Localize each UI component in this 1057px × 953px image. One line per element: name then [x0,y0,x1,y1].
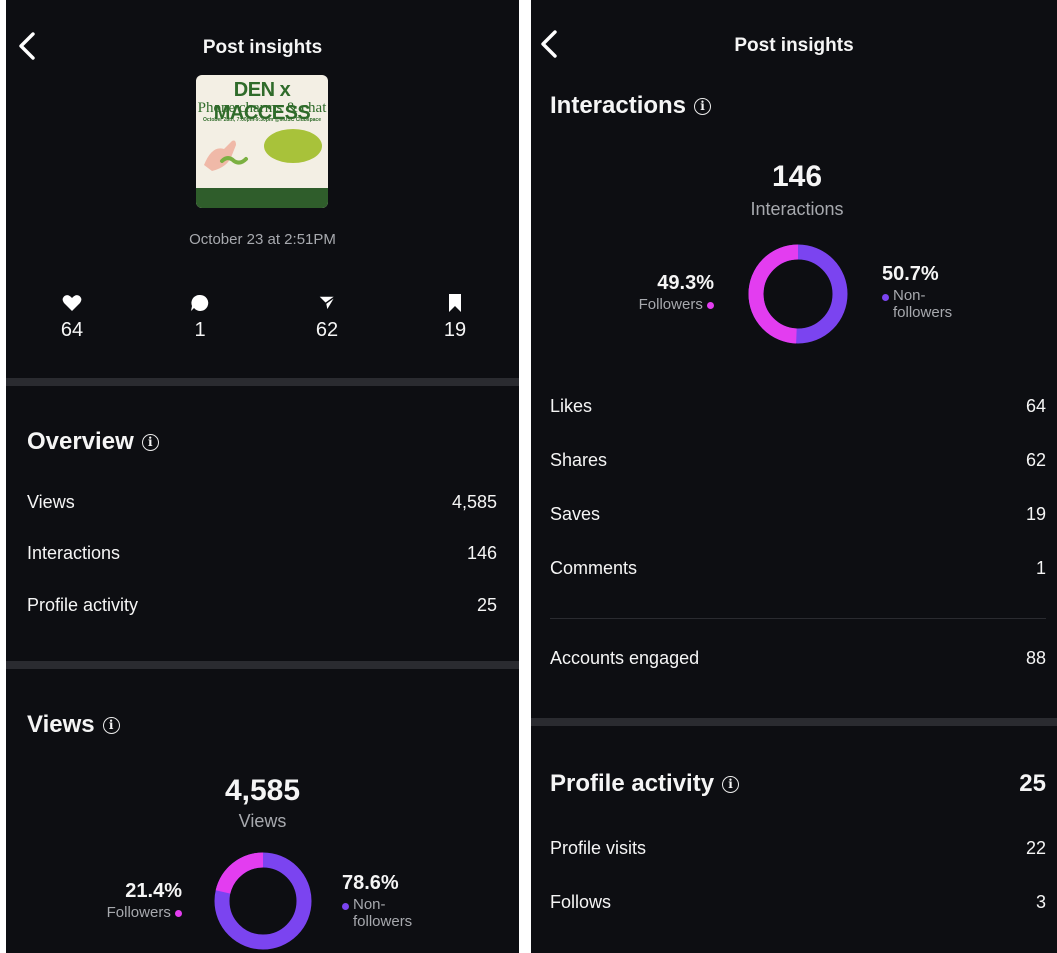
heart-icon [62,295,82,311]
row-label: Views [27,492,75,512]
comment-bubble-icon [191,294,209,311]
followers-dot [175,910,182,917]
comments-count: 1 [194,319,206,341]
overview-row-interactions[interactable]: Interactions 146 [27,543,497,564]
speech-bubble-graphic [264,129,322,163]
row-label: Interactions [27,543,121,563]
row-value: 3 [1035,892,1046,912]
row-value: 64 [1025,396,1046,416]
post-date: October 23 at 2:51PM [189,231,336,248]
interactions-row-likes[interactable]: Likes 64 [550,396,1046,417]
thumbnail-subheading: Phone charms & chat [197,100,327,116]
row-value: 1 [1035,558,1046,578]
section-divider [6,661,519,669]
row-label: Likes [550,396,593,416]
comments-stat: 1 [170,294,230,342]
info-icon[interactable]: i [102,716,120,734]
thumbnail-details: October 28th, 7:00pm-9:30pm @MUSC Clubsp… [203,117,321,123]
nonfollowers-label: Non-followers [353,896,413,930]
followers-label: Followers [638,296,703,313]
interactions-followers-legend: 49.3% Followers [601,272,714,313]
section-divider [6,378,519,386]
interactions-heading: Interactions i [550,92,712,120]
accounts-engaged-row[interactable]: Accounts engaged 88 [550,648,1046,669]
profile-activity-heading: Profile activity i 25 [550,770,1046,798]
profile-activity-row-follows[interactable]: Follows 3 [550,892,1046,913]
profile-activity-row-visits[interactable]: Profile visits 22 [550,838,1046,859]
likes-stat: 64 [42,294,102,342]
overview-heading: Overview i [27,428,159,456]
profile-activity-title: Profile activity [550,770,715,797]
row-value: 146 [466,543,497,563]
shares-count: 62 [315,319,339,341]
nonfollowers-percent: 50.7% [882,263,939,285]
likes-count: 64 [60,319,84,341]
views-total-label: Views [238,811,287,831]
page-title: Post insights [202,37,323,58]
shares-stat: 62 [297,294,357,342]
row-value: 4,585 [451,492,497,512]
interactions-title: Interactions [550,92,687,119]
info-icon[interactable]: i [694,97,712,115]
interactions-row-comments[interactable]: Comments 1 [550,558,1046,579]
hand-graphic [204,140,248,171]
views-title: Views [27,711,95,738]
interactions-row-saves[interactable]: Saves 19 [550,504,1046,525]
overview-row-profile-activity[interactable]: Profile activity 25 [27,595,497,616]
interactions-total: 146 [771,160,823,193]
send-arrow-icon [317,295,337,312]
views-nonfollowers-legend: 78.6% Non-followers [342,872,462,930]
nonfollowers-percent: 78.6% [342,872,399,894]
row-value: 62 [1025,450,1046,470]
row-label: Follows [550,892,612,912]
info-icon[interactable]: i [722,775,740,793]
profile-activity-total: 25 [1019,770,1046,797]
overview-row-views[interactable]: Views 4,585 [27,492,497,513]
left-insights-screen: Post insights DEN x MACCESS Phone charms… [6,0,519,953]
row-value: 25 [476,595,497,615]
info-icon[interactable]: i [141,433,159,451]
overview-title: Overview [27,428,134,455]
page-title: Post insights [734,35,854,56]
row-separator [550,618,1046,619]
nonfollowers-dot [882,294,889,301]
interactions-donut-chart [748,244,848,344]
interactions-total-label: Interactions [750,199,844,219]
views-heading: Views i [27,711,120,739]
followers-dot [707,302,714,309]
followers-percent: 49.3% [657,272,714,294]
saves-stat: 19 [425,294,485,342]
interactions-row-shares[interactable]: Shares 62 [550,450,1046,471]
row-label: Shares [550,450,608,470]
views-donut-chart [214,852,312,950]
row-value: 88 [1025,648,1046,668]
row-label: Comments [550,558,638,578]
row-label: Profile activity [27,595,139,615]
followers-label: Followers [106,904,171,921]
nonfollowers-label: Non-followers [893,287,953,321]
row-value: 22 [1025,838,1046,858]
post-thumbnail[interactable]: DEN x MACCESS Phone charms & chat Octobe… [196,75,328,208]
interactions-nonfollowers-legend: 50.7% Non-followers [882,263,1002,321]
thumbnail-logo-strip [196,188,328,208]
row-value: 19 [1025,504,1046,524]
section-divider [531,718,1057,726]
row-label: Accounts engaged [550,648,700,668]
bookmark-icon [449,294,461,312]
saves-count: 19 [443,319,467,341]
row-label: Profile visits [550,838,647,858]
right-insights-screen: Post insights Interactions i 146 Interac… [531,0,1057,953]
views-followers-legend: 21.4% Followers [66,880,182,921]
nonfollowers-dot [342,903,349,910]
followers-percent: 21.4% [125,880,182,902]
row-label: Saves [550,504,601,524]
views-total: 4,585 [224,774,301,807]
